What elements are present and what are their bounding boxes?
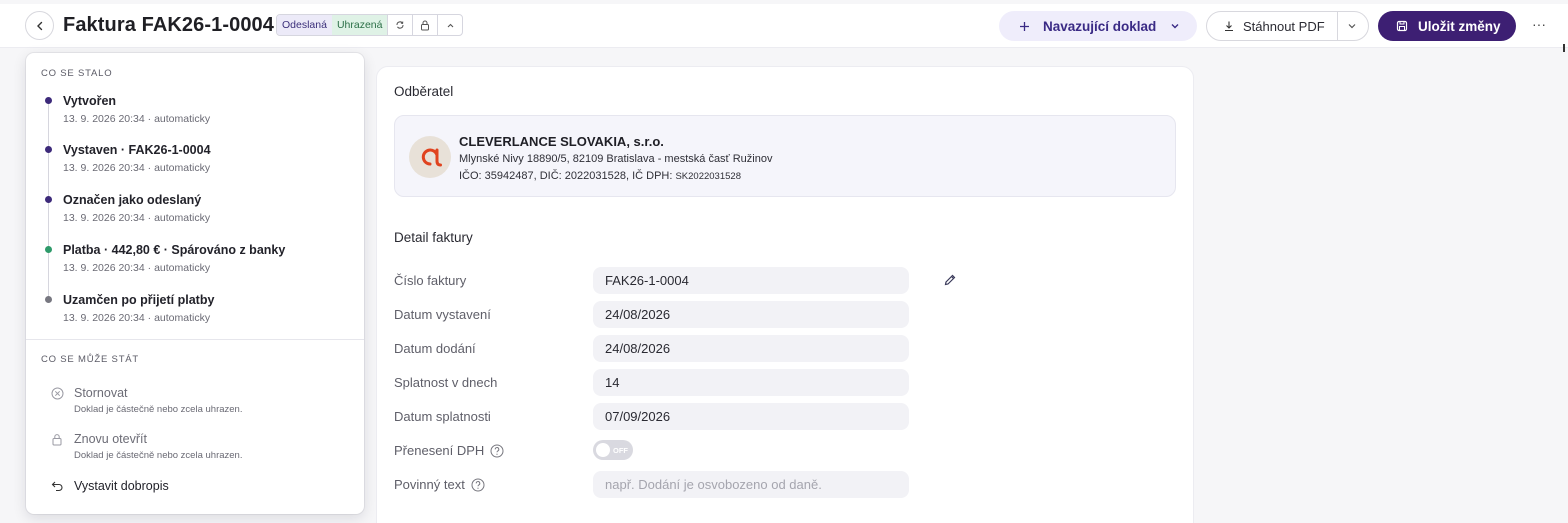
timeline-item-sub: 13. 9. 2026 20:34 · automaticky	[63, 113, 211, 125]
delivery-date-label: Datum dodání	[394, 341, 476, 356]
customer-section-label: Odběratel	[394, 84, 454, 99]
reverse-charge-label-text: Přenesení DPH	[394, 443, 485, 458]
sync-badge[interactable]	[387, 15, 412, 35]
undo-icon	[50, 479, 64, 493]
back-button[interactable]	[25, 11, 54, 40]
due-date-label: Datum splatnosti	[394, 409, 491, 424]
action-title: Stornovat	[74, 386, 128, 400]
customer-vat-id: SK2022031528	[675, 171, 741, 182]
actions-title: CO SE MŮŽE STÁT	[41, 354, 140, 365]
due-days-input[interactable]: 14	[593, 369, 909, 396]
action-cancel: Stornovat Doklad je částečně nebo zcela …	[26, 386, 364, 424]
issue-date-label: Datum vystavení	[394, 307, 491, 322]
pdf-options-chevron-icon[interactable]	[1347, 21, 1357, 31]
status-badges: Odeslaná Uhrazená	[276, 14, 464, 36]
help-icon[interactable]	[490, 444, 504, 458]
sync-icon	[396, 21, 404, 29]
toggle-knob	[596, 443, 610, 457]
customer-logo	[409, 136, 451, 178]
timeline-item: Uzamčen po přijetí platby 13. 9. 2026 20…	[26, 293, 364, 333]
lock-badge[interactable]	[412, 15, 437, 35]
timeline-dot	[45, 246, 52, 253]
timeline-item: Vystaven · FAK26-1-0004 13. 9. 2026 20:3…	[26, 143, 364, 183]
mandatory-text-label: Povinný text	[394, 477, 485, 492]
top-bar: Faktura FAK26-1-0004 Odeslaná Uhrazená N…	[0, 4, 1568, 52]
timeline-item-title: Označen jako odeslaný	[63, 193, 202, 207]
download-pdf-button[interactable]: Stáhnout PDF	[1206, 11, 1369, 41]
timeline-dot	[45, 296, 52, 303]
reverse-charge-label: Přenesení DPH	[394, 443, 504, 458]
issue-date-input[interactable]: 24/08/2026	[593, 301, 909, 328]
timeline-dot	[45, 146, 52, 153]
timeline-item-sub: 13. 9. 2026 20:34 · automaticky	[63, 212, 211, 224]
invoice-number-label: Číslo faktury	[394, 273, 467, 288]
timeline-item-title: Uzamčen po přijetí platby	[63, 293, 215, 307]
detail-section-label: Detail faktury	[394, 230, 473, 245]
action-title: Znovu otevřít	[74, 432, 147, 446]
plus-icon	[1017, 21, 1031, 32]
collapse-badge[interactable]	[437, 15, 462, 35]
customer-logo-icon	[421, 148, 442, 167]
action-sub: Doklad je částečně nebo zcela uhrazen.	[74, 450, 243, 461]
timeline-item-sub: 13. 9. 2026 20:34 · automaticky	[63, 162, 211, 174]
follow-document-label: Navazující doklad	[1043, 18, 1157, 34]
timeline-item-title: Vystaven · FAK26-1-0004	[63, 143, 211, 157]
customer-address: Mlynské Nivy 18890/5, 82109 Bratislava -…	[459, 153, 773, 165]
delivery-date-input[interactable]: 24/08/2026	[593, 335, 909, 362]
timeline-item-title: Vytvořen	[63, 94, 117, 108]
timeline-item: Označen jako odeslaný 13. 9. 2026 20:34 …	[26, 193, 364, 233]
timeline-item-sub: 13. 9. 2026 20:34 · automaticky	[63, 262, 211, 274]
history-panel: CO SE STALO Vytvořen 13. 9. 2026 20:34 ·…	[26, 53, 364, 514]
timeline-item-title: Platba · 442,80 € · Spárováno z banky	[63, 243, 286, 257]
help-icon[interactable]	[471, 478, 485, 492]
download-icon	[1223, 20, 1235, 32]
due-days-label: Splatnost v dnech	[394, 375, 498, 390]
timeline-item-sub: 13. 9. 2026 20:34 · automaticky	[63, 312, 211, 324]
customer-name: CLEVERLANCE SLOVAKIA, s.r.o.	[459, 134, 664, 149]
page-title: Faktura FAK26-1-0004	[63, 14, 274, 36]
invoice-card: Odběratel CLEVERLANCE SLOVAKIA, s.r.o. M…	[376, 66, 1194, 523]
status-badge-sent: Odeslaná	[277, 15, 332, 35]
scroll-indicator	[1563, 44, 1565, 52]
action-title[interactable]: Vystavit dobropis	[74, 479, 169, 493]
chevron-down-icon	[1170, 21, 1180, 31]
history-title: CO SE STALO	[41, 68, 113, 79]
lock-icon	[50, 432, 64, 446]
customer-ids: IČO: 35942487, DIČ: 2022031528, IČ DPH: …	[459, 170, 741, 182]
save-icon	[1396, 20, 1408, 32]
save-changes-button[interactable]: Uložit změny	[1378, 11, 1516, 41]
action-reopen: Znovu otevřít Doklad je částečně nebo zc…	[26, 432, 364, 470]
chevron-left-icon	[36, 21, 42, 30]
invoice-number-input[interactable]: FAK26-1-0004	[593, 267, 909, 294]
more-options-button[interactable]: ···	[1530, 16, 1548, 36]
customer-card[interactable]: CLEVERLANCE SLOVAKIA, s.r.o. Mlynské Niv…	[394, 115, 1176, 197]
mandatory-text-input[interactable]: např. Dodání je osvobozeno od daně.	[593, 471, 909, 498]
follow-document-button[interactable]: Navazující doklad	[999, 11, 1197, 41]
action-sub: Doklad je částečně nebo zcela uhrazen.	[74, 404, 243, 415]
timeline-dot	[45, 196, 52, 203]
status-badge-paid: Uhrazená	[331, 15, 388, 35]
customer-ids-text: IČO: 35942487, DIČ: 2022031528, IČ DPH:	[459, 170, 673, 182]
save-changes-label: Uložit změny	[1418, 18, 1501, 34]
panel-divider	[26, 339, 364, 340]
timeline-item: Vytvořen 13. 9. 2026 20:34 · automaticky	[26, 94, 364, 134]
reverse-charge-toggle[interactable]: OFF	[593, 440, 633, 460]
pencil-icon[interactable]	[943, 273, 957, 287]
chevron-up-icon	[447, 23, 454, 27]
cancel-circle-icon	[50, 386, 64, 400]
toggle-state-label: OFF	[613, 445, 628, 455]
timeline-dot	[45, 97, 52, 104]
button-separator	[1337, 12, 1338, 40]
timeline-item: Platba · 442,80 € · Spárováno z banky 13…	[26, 243, 364, 283]
lock-icon	[421, 20, 430, 30]
download-pdf-label: Stáhnout PDF	[1243, 18, 1325, 34]
action-credit-note[interactable]: Vystavit dobropis	[26, 479, 364, 517]
due-date-input[interactable]: 07/09/2026	[593, 403, 909, 430]
mandatory-text-label-text: Povinný text	[394, 477, 465, 492]
